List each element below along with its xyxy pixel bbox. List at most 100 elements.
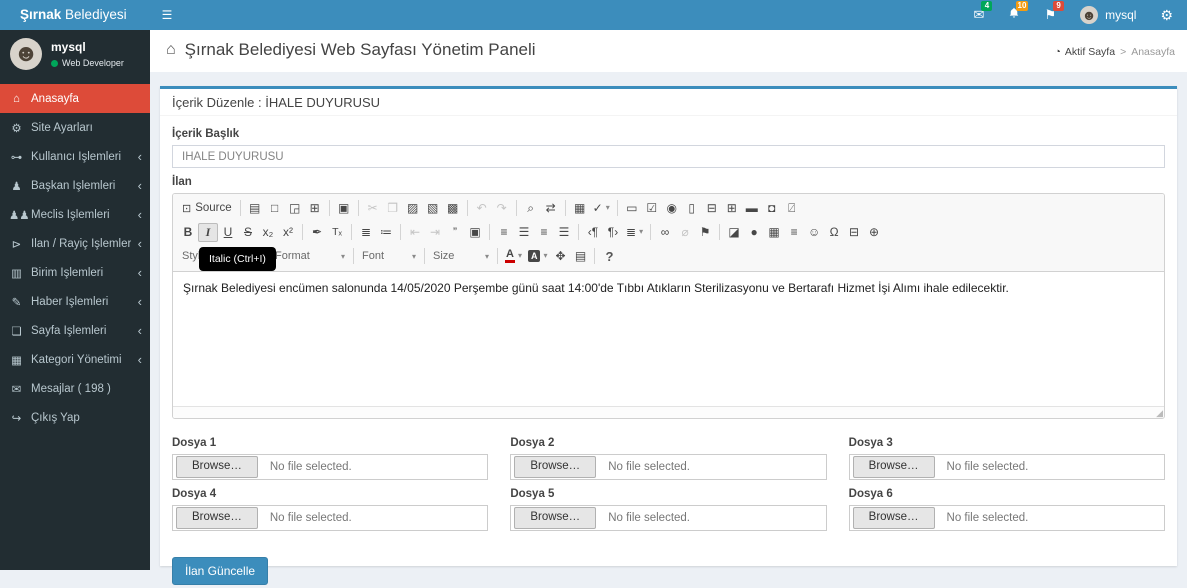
underline-icon[interactable]: U: [218, 223, 238, 242]
maximize-icon[interactable]: ✥: [550, 247, 570, 266]
image-icon[interactable]: ◪: [724, 223, 744, 242]
toolbar-separator: [424, 248, 425, 264]
file-input-4[interactable]: Browse… No file selected.: [172, 505, 489, 531]
browse-button[interactable]: Browse…: [852, 456, 935, 478]
bidi-ltr-icon[interactable]: ‹¶: [583, 223, 603, 242]
sidebar-item-kullanici-islemleri[interactable]: ⊶ Kullanıcı İşlemleri ‹: [0, 142, 150, 171]
bold-icon[interactable]: B: [178, 223, 198, 242]
align-center-icon[interactable]: ☰: [514, 223, 534, 242]
browse-button[interactable]: Browse…: [514, 456, 597, 478]
notifications-button[interactable]: 10: [1008, 0, 1029, 30]
about-icon[interactable]: ?: [599, 247, 619, 266]
file-input-6[interactable]: Browse… No file selected.: [848, 505, 1165, 531]
sidebar-item-haber-islemleri[interactable]: ✎ Haber İşlemleri ‹: [0, 287, 150, 316]
sidebar-item-kategori-yonetimi[interactable]: ▦ Kategori Yönetimi ‹: [0, 345, 150, 374]
templates-icon[interactable]: ▣: [334, 199, 354, 218]
flash-icon[interactable]: ●: [744, 223, 764, 242]
file-input-3[interactable]: Browse… No file selected.: [848, 454, 1165, 480]
anchor-icon[interactable]: ⚑: [695, 223, 715, 242]
sidebar-item-cikis-yap[interactable]: ↪ Çıkış Yap: [0, 403, 150, 432]
chevron-left-icon: ‹: [137, 235, 142, 251]
iframe-icon[interactable]: ⊕: [864, 223, 884, 242]
preview-icon[interactable]: ◲: [285, 199, 305, 218]
file-input-2[interactable]: Browse… No file selected.: [510, 454, 827, 480]
hidden-field-icon[interactable]: ⍁: [782, 199, 802, 218]
settings-gear-button[interactable]: ⚙: [1160, 7, 1173, 24]
flag-button[interactable]: ⚑ 9: [1044, 0, 1065, 30]
bg-color-icon[interactable]: A ▾: [525, 247, 551, 266]
browse-button[interactable]: Browse…: [176, 507, 258, 529]
image-button-icon[interactable]: ◘: [762, 199, 782, 218]
sidebar-item-anasayfa[interactable]: ⌂ Anasayfa: [0, 84, 150, 113]
select-all-icon[interactable]: ▦: [570, 199, 590, 218]
content-title-input[interactable]: [172, 145, 1165, 168]
sidebar-item-site-ayarlari[interactable]: ⚙ Site Ayarları: [0, 113, 150, 142]
form-icon[interactable]: ▭: [622, 199, 642, 218]
print-icon[interactable]: ⊞: [305, 199, 325, 218]
align-right-icon[interactable]: ≡: [534, 223, 554, 242]
remove-format-icon[interactable]: Tₓ: [327, 223, 347, 242]
sidebar-item-mesajlar[interactable]: ✉ Mesajlar ( 198 ): [0, 374, 150, 403]
page-break-icon[interactable]: ⊟: [844, 223, 864, 242]
update-button[interactable]: İlan Güncelle: [172, 557, 269, 585]
format-dropdown[interactable]: Format ▾: [271, 247, 349, 266]
sidebar-item-meclis-islemleri[interactable]: ♟♟ Meclis İşlemleri ‹: [0, 200, 150, 229]
numbered-list-icon[interactable]: ≣: [356, 223, 376, 242]
toolbar-separator: [328, 200, 330, 216]
file-input-5[interactable]: Browse… No file selected.: [510, 505, 827, 531]
italic-icon[interactable]: I: [198, 222, 218, 242]
superscript-icon[interactable]: x²: [278, 223, 298, 242]
resize-handle-icon[interactable]: ◢: [1156, 409, 1163, 418]
copy-formatting-icon[interactable]: ✒: [307, 223, 327, 242]
textarea-icon[interactable]: ⊟: [702, 199, 722, 218]
text-color-icon[interactable]: A ▾: [502, 247, 525, 266]
browse-button[interactable]: Browse…: [176, 456, 258, 478]
paste-icon[interactable]: ▨: [403, 199, 423, 218]
sidebar-item-sayfa-islemleri[interactable]: ❏ Sayfa İşlemleri ‹: [0, 316, 150, 345]
link-icon[interactable]: ∞: [655, 223, 675, 242]
browse-button[interactable]: Browse…: [514, 507, 597, 529]
navbar-user-menu[interactable]: ☻ mysql: [1080, 6, 1136, 24]
radio-icon[interactable]: ◉: [662, 199, 682, 218]
bulleted-list-icon[interactable]: ≔: [376, 223, 396, 242]
spellcheck-icon[interactable]: ✓ ▾: [590, 199, 613, 218]
special-char-icon[interactable]: Ω: [824, 223, 844, 242]
align-justify-icon[interactable]: ☰: [554, 223, 574, 242]
sidebar-toggle-button[interactable]: ☰: [150, 0, 184, 30]
text-field-icon[interactable]: ▯: [682, 199, 702, 218]
sidebar-item-birim-islemleri[interactable]: ▥ Birim İşlemleri ‹: [0, 258, 150, 287]
align-left-icon[interactable]: ≡: [494, 223, 514, 242]
sidebar-item-ilan-rayic-islemleri[interactable]: ⊳ İlan / Rayiç İşlemleri ‹: [0, 229, 150, 258]
select-field-icon[interactable]: ⊞: [722, 199, 742, 218]
paste-text-icon[interactable]: ▧: [423, 199, 443, 218]
strike-icon[interactable]: S: [238, 223, 258, 242]
browse-button[interactable]: Browse…: [852, 507, 935, 529]
sidebar-user-panel: ☻ mysql Web Developer: [0, 30, 150, 76]
hr-icon[interactable]: ≡: [784, 223, 804, 242]
chevron-down-icon: ▾: [517, 251, 522, 260]
source-button[interactable]: ⊡ Source: [178, 199, 236, 218]
file-input-1[interactable]: Browse… No file selected.: [172, 454, 489, 480]
checkbox-icon[interactable]: ☑: [642, 199, 662, 218]
div-icon[interactable]: ▣: [465, 223, 485, 242]
size-dropdown[interactable]: Size ▾: [429, 247, 493, 266]
new-page-icon[interactable]: □: [265, 199, 285, 218]
show-blocks-icon[interactable]: ▤: [570, 247, 590, 266]
brand-logo[interactable]: Şırnak Belediyesi: [0, 0, 150, 30]
smiley-icon[interactable]: ☺: [804, 223, 824, 242]
find-icon[interactable]: ⌕: [521, 199, 541, 218]
bidi-rtl-icon[interactable]: ¶›: [603, 223, 623, 242]
paste-word-icon[interactable]: ▩: [443, 199, 463, 218]
blockquote-icon[interactable]: ”: [445, 223, 465, 242]
messages-button[interactable]: ✉ 4: [974, 0, 993, 30]
language-icon[interactable]: ≣ ▾: [623, 223, 646, 242]
subscript-icon[interactable]: x₂: [258, 223, 278, 242]
font-dropdown[interactable]: Font ▾: [358, 247, 420, 266]
sidebar-item-baskan-islemleri[interactable]: ♟ Başkan İşlemleri ‹: [0, 171, 150, 200]
button-icon[interactable]: ▬: [742, 199, 762, 218]
table-icon[interactable]: ▦: [764, 223, 784, 242]
editor-content-area[interactable]: Şırnak Belediyesi encümen salonunda 14/0…: [173, 272, 1164, 406]
breadcrumb-active-page[interactable]: ◔ Aktif Sayfa: [1055, 46, 1116, 58]
replace-icon[interactable]: ⇄: [541, 199, 561, 218]
save-icon[interactable]: ▤: [245, 199, 265, 218]
